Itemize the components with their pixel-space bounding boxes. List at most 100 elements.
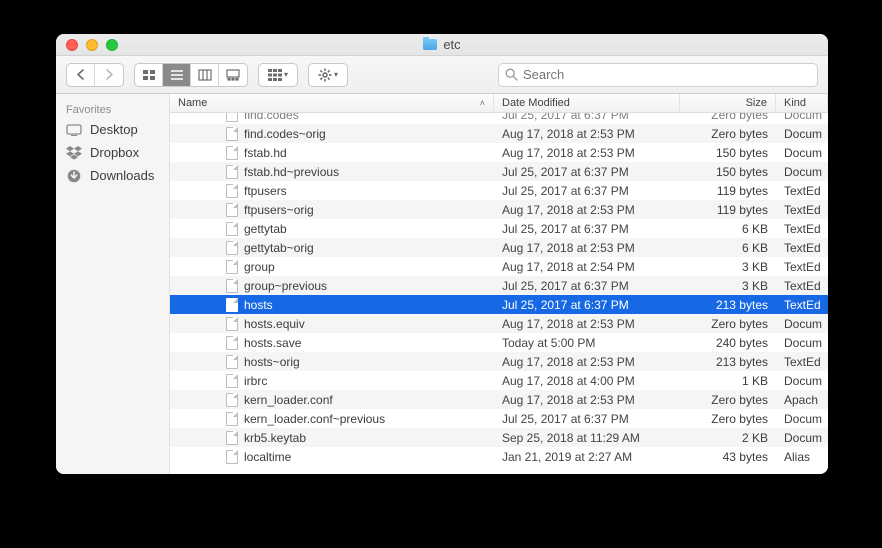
file-row[interactable]: kern_loader.confAug 17, 2018 at 2:53 PMZ… bbox=[170, 390, 828, 409]
file-name-cell: ftpusers~orig bbox=[170, 203, 494, 217]
file-row[interactable]: localtimeJan 21, 2019 at 2:27 AM43 bytes… bbox=[170, 447, 828, 466]
minimize-button[interactable] bbox=[86, 39, 98, 51]
file-row[interactable]: irbrcAug 17, 2018 at 4:00 PM1 KBDocum bbox=[170, 371, 828, 390]
file-row[interactable]: gettytabJul 25, 2017 at 6:37 PM6 KBTextE… bbox=[170, 219, 828, 238]
file-kind-cell: Docum bbox=[776, 317, 828, 331]
file-name-cell: hosts.save bbox=[170, 336, 494, 350]
file-name: gettytab~orig bbox=[244, 241, 314, 255]
file-icon bbox=[226, 241, 238, 255]
file-name: group bbox=[244, 260, 275, 274]
file-rows[interactable]: find.codesJul 25, 2017 at 6:37 PMZero by… bbox=[170, 113, 828, 474]
file-kind-cell: Docum bbox=[776, 146, 828, 160]
search-input[interactable] bbox=[523, 67, 811, 82]
file-row[interactable]: hosts.equivAug 17, 2018 at 2:53 PMZero b… bbox=[170, 314, 828, 333]
file-row[interactable]: fstab.hdAug 17, 2018 at 2:53 PM150 bytes… bbox=[170, 143, 828, 162]
file-name-cell: kern_loader.conf~previous bbox=[170, 412, 494, 426]
file-row[interactable]: hostsJul 25, 2017 at 6:37 PM213 bytesTex… bbox=[170, 295, 828, 314]
file-date-cell: Jul 25, 2017 at 6:37 PM bbox=[494, 184, 680, 198]
column-date[interactable]: Date Modified bbox=[494, 94, 680, 112]
sort-indicator-icon: ˄ bbox=[480, 98, 485, 108]
column-kind[interactable]: Kind bbox=[776, 94, 828, 112]
file-row[interactable]: hosts~origAug 17, 2018 at 2:53 PM213 byt… bbox=[170, 352, 828, 371]
file-name-cell: group~previous bbox=[170, 279, 494, 293]
file-date-cell: Jul 25, 2017 at 6:37 PM bbox=[494, 165, 680, 179]
icon-view-button[interactable] bbox=[135, 64, 163, 86]
file-icon bbox=[226, 279, 238, 293]
file-kind-cell: Apach bbox=[776, 393, 828, 407]
grid-icon bbox=[142, 69, 156, 81]
file-size-cell: Zero bytes bbox=[680, 113, 776, 122]
arrange-menu[interactable]: ▾ bbox=[258, 63, 298, 87]
sidebar-item-downloads[interactable]: Downloads bbox=[56, 164, 169, 187]
file-kind-cell: TextEd bbox=[776, 298, 828, 312]
file-kind-cell: Docum bbox=[776, 127, 828, 141]
gallery-view-button[interactable] bbox=[219, 64, 247, 86]
file-date-cell: Aug 17, 2018 at 2:53 PM bbox=[494, 241, 680, 255]
window-body: Favorites Desktop Dropbox Downloads Name ˄… bbox=[56, 94, 828, 474]
arrange-icon bbox=[268, 69, 282, 81]
column-view-button[interactable] bbox=[191, 64, 219, 86]
file-name-cell: hosts bbox=[170, 298, 494, 312]
file-icon bbox=[226, 393, 238, 407]
file-size-cell: 240 bytes bbox=[680, 336, 776, 350]
file-row[interactable]: group~previousJul 25, 2017 at 6:37 PM3 K… bbox=[170, 276, 828, 295]
file-row[interactable]: find.codes~origAug 17, 2018 at 2:53 PMZe… bbox=[170, 124, 828, 143]
chevron-down-icon: ▾ bbox=[284, 70, 288, 79]
file-row[interactable]: groupAug 17, 2018 at 2:54 PM3 KBTextEd bbox=[170, 257, 828, 276]
file-icon bbox=[226, 317, 238, 331]
file-row[interactable]: ftpusersJul 25, 2017 at 6:37 PM119 bytes… bbox=[170, 181, 828, 200]
chevron-left-icon bbox=[76, 69, 85, 80]
search-field[interactable] bbox=[498, 63, 818, 87]
sidebar-item-desktop[interactable]: Desktop bbox=[56, 118, 169, 141]
file-size-cell: 119 bytes bbox=[680, 203, 776, 217]
forward-button[interactable] bbox=[95, 64, 123, 86]
file-date-cell: Today at 5:00 PM bbox=[494, 336, 680, 350]
file-name-cell: group bbox=[170, 260, 494, 274]
sidebar-item-label: Dropbox bbox=[90, 145, 139, 160]
file-date-cell: Jul 25, 2017 at 6:37 PM bbox=[494, 279, 680, 293]
sidebar-heading: Favorites bbox=[56, 100, 169, 118]
file-row[interactable]: ftpusers~origAug 17, 2018 at 2:53 PM119 … bbox=[170, 200, 828, 219]
file-name-cell: find.codes bbox=[170, 113, 494, 122]
gear-icon bbox=[318, 68, 332, 82]
file-icon bbox=[226, 113, 238, 122]
folder-icon bbox=[423, 39, 437, 50]
zoom-button[interactable] bbox=[106, 39, 118, 51]
file-kind-cell: TextEd bbox=[776, 222, 828, 236]
back-button[interactable] bbox=[67, 64, 95, 86]
column-headers: Name ˄ Date Modified Size Kind bbox=[170, 94, 828, 113]
file-date-cell: Jul 25, 2017 at 6:37 PM bbox=[494, 113, 680, 122]
list-view-button[interactable] bbox=[163, 64, 191, 86]
file-size-cell: 6 KB bbox=[680, 241, 776, 255]
sidebar-item-dropbox[interactable]: Dropbox bbox=[56, 141, 169, 164]
file-name: fstab.hd bbox=[244, 146, 287, 160]
file-size-cell: 150 bytes bbox=[680, 146, 776, 160]
file-size-cell: 43 bytes bbox=[680, 450, 776, 464]
arrange-button[interactable]: ▾ bbox=[259, 64, 297, 86]
file-row[interactable]: gettytab~orig Aug 17, 2018 at 2:53 PM6 KB… bbox=[170, 238, 828, 257]
desktop-icon bbox=[66, 124, 82, 136]
file-kind-cell: Docum bbox=[776, 113, 828, 122]
column-name[interactable]: Name ˄ bbox=[170, 94, 494, 112]
close-button[interactable] bbox=[66, 39, 78, 51]
file-name: hosts.equiv bbox=[244, 317, 305, 331]
file-row[interactable]: krb5.keytabSep 25, 2018 at 11:29 AM2 KBD… bbox=[170, 428, 828, 447]
file-icon bbox=[226, 336, 238, 350]
file-size-cell: 6 KB bbox=[680, 222, 776, 236]
file-row[interactable]: fstab.hd~previousJul 25, 2017 at 6:37 PM… bbox=[170, 162, 828, 181]
file-size-cell: 213 bytes bbox=[680, 298, 776, 312]
view-switcher bbox=[134, 63, 248, 87]
file-row[interactable]: kern_loader.conf~previousJul 25, 2017 at… bbox=[170, 409, 828, 428]
file-kind-cell: Alias bbox=[776, 450, 828, 464]
column-size[interactable]: Size bbox=[680, 94, 776, 112]
file-date-cell: Aug 17, 2018 at 4:00 PM bbox=[494, 374, 680, 388]
file-name: hosts.save bbox=[244, 336, 301, 350]
file-name-cell: gettytab bbox=[170, 222, 494, 236]
action-button[interactable]: ▾ bbox=[309, 64, 347, 86]
chevron-down-icon: ▾ bbox=[334, 70, 338, 79]
action-menu[interactable]: ▾ bbox=[308, 63, 348, 87]
file-row[interactable]: find.codesJul 25, 2017 at 6:37 PMZero by… bbox=[170, 113, 828, 124]
file-icon bbox=[226, 298, 238, 312]
file-row[interactable]: hosts.saveToday at 5:00 PM240 bytesDocum bbox=[170, 333, 828, 352]
file-name-cell: localtime bbox=[170, 450, 494, 464]
